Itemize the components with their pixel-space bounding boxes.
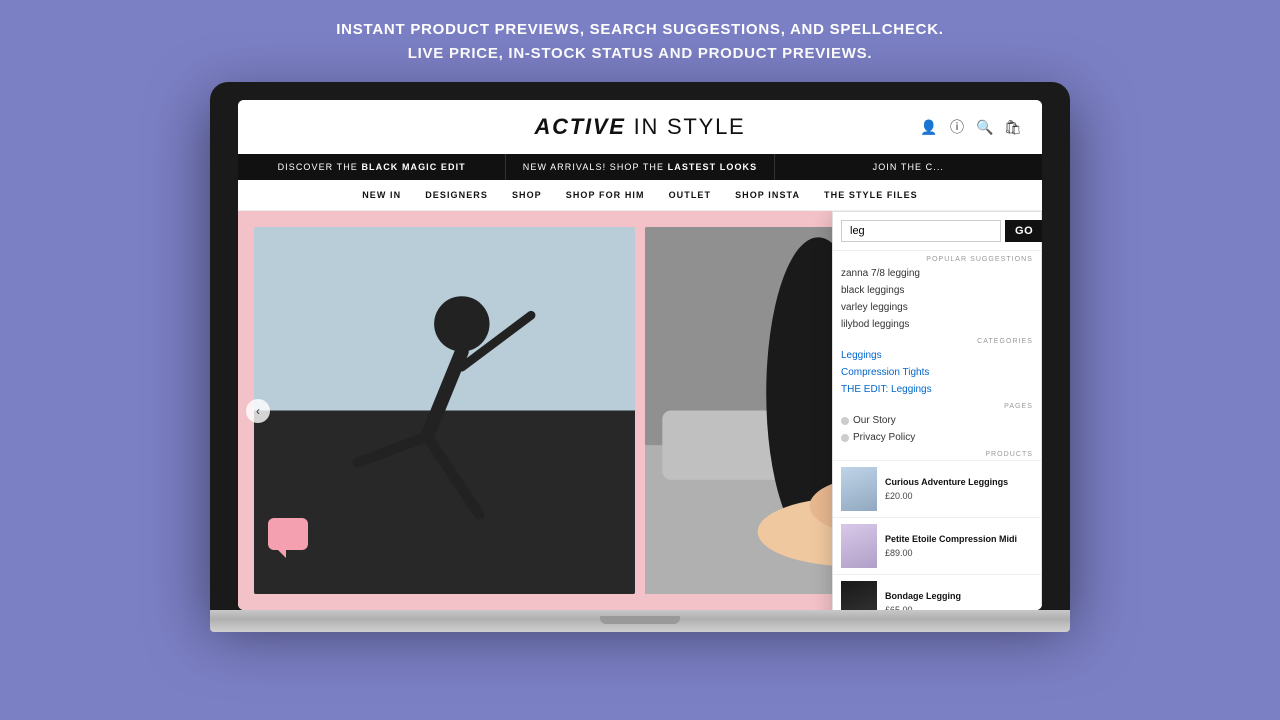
- product-thumb-3: [841, 581, 877, 610]
- product-thumb-1: [841, 467, 877, 511]
- top-banner: INSTANT PRODUCT PREVIEWS, SEARCH SUGGEST…: [0, 0, 1280, 82]
- carousel-prev-button[interactable]: ‹: [246, 399, 270, 423]
- go-button[interactable]: GO: [1005, 220, 1042, 242]
- site-logo: ACTIVE IN STYLE: [534, 114, 745, 140]
- laptop-notch: [600, 616, 680, 624]
- category-leggings[interactable]: Leggings: [833, 347, 1041, 364]
- search-dropdown: GO POPULAR SUGGESTIONS zanna 7/8 legging…: [832, 211, 1042, 610]
- account-icon[interactable]: 👤: [920, 118, 938, 136]
- logo-style: STYLE: [667, 114, 746, 139]
- nav-shop-him[interactable]: SHOP FOR HIM: [566, 190, 645, 200]
- banner-line2: LIVE PRICE, IN-STOCK STATUS AND PRODUCT …: [40, 42, 1240, 66]
- product-1[interactable]: Curious Adventure Leggings £20.00: [833, 460, 1041, 517]
- logo-in: IN: [634, 114, 667, 139]
- announcement-3[interactable]: JOIN THE C...: [775, 154, 1042, 180]
- header-icons: 👤 ⓘ 🔍 🛍: [920, 118, 1022, 136]
- nav-new-in[interactable]: NEW IN: [362, 190, 401, 200]
- category-edit[interactable]: THE EDIT: Leggings: [833, 381, 1041, 398]
- nav-shop-insta[interactable]: SHOP INSTA: [735, 190, 800, 200]
- product-info-1: Curious Adventure Leggings £20.00: [885, 477, 1033, 501]
- laptop-screen: ACTIVE IN STYLE 👤 ⓘ 🔍 🛍 DISCOVER THE BL: [238, 100, 1042, 610]
- suggestion-4[interactable]: lilybod leggings: [833, 316, 1041, 333]
- product-info-2: Petite Etoile Compression Midi £89.00: [885, 534, 1033, 558]
- announcement-1[interactable]: DISCOVER THE BLACK MAGIC EDIT: [238, 154, 506, 180]
- product-thumb-2: [841, 524, 877, 568]
- product-2[interactable]: Petite Etoile Compression Midi £89.00: [833, 517, 1041, 574]
- search-icon[interactable]: 🔍: [976, 118, 994, 136]
- page-dot-icon-2: [841, 434, 849, 442]
- pages-label: PAGES: [833, 398, 1041, 412]
- nav-style-files[interactable]: THE STYLE FILES: [824, 190, 918, 200]
- nav-designers[interactable]: DESIGNERS: [425, 190, 488, 200]
- product-name-3: Bondage Legging: [885, 591, 1033, 603]
- popular-suggestions-label: POPULAR SUGGESTIONS: [833, 251, 1041, 265]
- product-price-2: £89.00: [885, 548, 1033, 558]
- nav-outlet[interactable]: OUTLET: [669, 190, 711, 200]
- laptop-frame: ACTIVE IN STYLE 👤 ⓘ 🔍 🛍 DISCOVER THE BL: [210, 82, 1070, 632]
- website: ACTIVE IN STYLE 👤 ⓘ 🔍 🛍 DISCOVER THE BL: [238, 100, 1042, 610]
- categories-label: CATEGORIES: [833, 333, 1041, 347]
- page-our-story[interactable]: Our Story: [833, 412, 1041, 429]
- product-price-3: £65.00: [885, 605, 1033, 610]
- suggestion-2[interactable]: black leggings: [833, 282, 1041, 299]
- page-dot-icon: [841, 417, 849, 425]
- product-3[interactable]: Bondage Legging £65.00: [833, 574, 1041, 610]
- search-input[interactable]: [841, 220, 1001, 242]
- site-topbar: ACTIVE IN STYLE 👤 ⓘ 🔍 🛍: [238, 100, 1042, 154]
- search-input-row: GO: [833, 212, 1041, 251]
- product-name-1: Curious Adventure Leggings: [885, 477, 1033, 489]
- cart-icon[interactable]: 🛍: [1004, 118, 1022, 136]
- products-label: PRODUCTS: [833, 446, 1041, 460]
- content-area: ‹ › GO POPULAR SUGGESTIONS: [238, 211, 1042, 610]
- chat-bubble[interactable]: [268, 518, 308, 550]
- nav-shop[interactable]: SHOP: [512, 190, 542, 200]
- laptop-base: [210, 610, 1070, 632]
- suggestion-1[interactable]: zanna 7/8 legging: [833, 265, 1041, 282]
- announcement-2[interactable]: NEW ARRIVALS! SHOP THE LASTEST LOOKS: [506, 154, 774, 180]
- help-icon[interactable]: ⓘ: [948, 118, 966, 136]
- suggestion-3[interactable]: varley leggings: [833, 299, 1041, 316]
- banner-line1: INSTANT PRODUCT PREVIEWS, SEARCH SUGGEST…: [40, 18, 1240, 42]
- page-privacy[interactable]: Privacy Policy: [833, 429, 1041, 446]
- main-nav: NEW IN DESIGNERS SHOP SHOP FOR HIM OUTLE…: [238, 180, 1042, 211]
- logo-active: ACTIVE: [534, 114, 625, 139]
- hero-photo-yoga: [254, 227, 635, 594]
- product-name-2: Petite Etoile Compression Midi: [885, 534, 1033, 546]
- product-price-1: £20.00: [885, 491, 1033, 501]
- laptop-body: ACTIVE IN STYLE 👤 ⓘ 🔍 🛍 DISCOVER THE BL: [210, 82, 1070, 610]
- category-compression[interactable]: Compression Tights: [833, 364, 1041, 381]
- announcement-bar: DISCOVER THE BLACK MAGIC EDIT NEW ARRIVA…: [238, 154, 1042, 180]
- product-info-3: Bondage Legging £65.00: [885, 591, 1033, 610]
